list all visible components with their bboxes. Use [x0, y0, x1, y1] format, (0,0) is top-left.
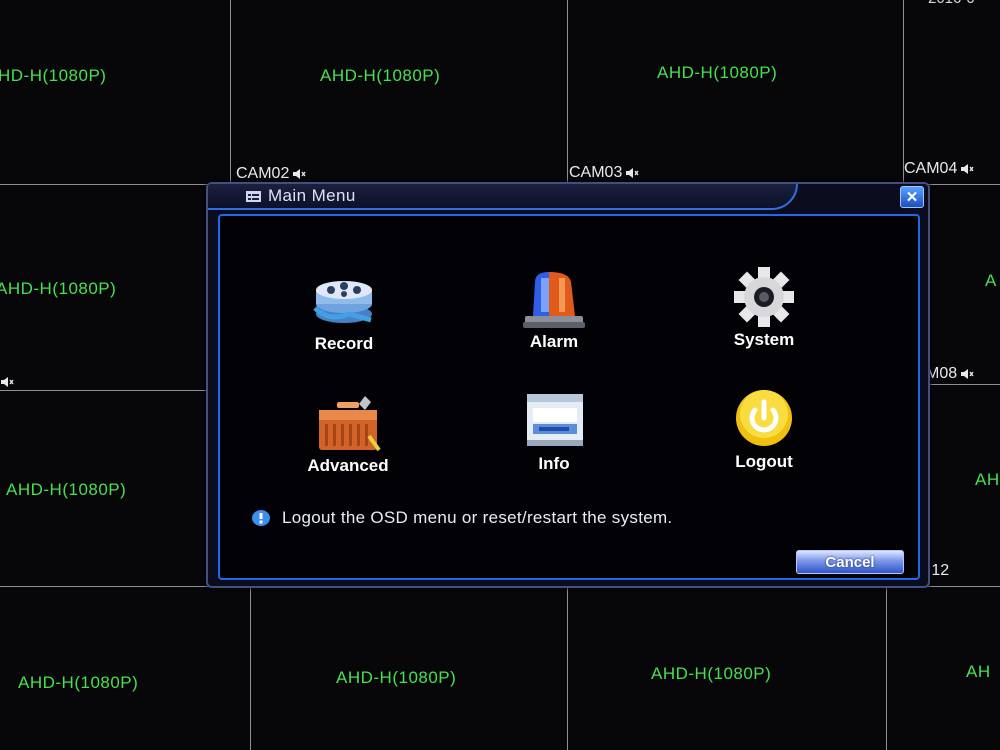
- grid-line-h2: [0, 390, 210, 391]
- hint-text: Logout the OSD menu or reset/restart the…: [282, 508, 673, 527]
- camera-resolution-label: HD-H(1080P): [0, 66, 107, 85]
- camera-name-text: CAM02: [236, 165, 290, 182]
- menu-tile-alarm[interactable]: Alarm: [484, 268, 624, 378]
- menu-tile-label: Record: [314, 334, 374, 353]
- dvr-screen: 2016-0 HD-H(1080P) AHD-H(1080P) AHD-H(10…: [0, 0, 1000, 750]
- speaker-muted-icon: [293, 169, 306, 179]
- camera-resolution-label: AHD-H(1080P): [0, 279, 117, 298]
- camera-name-text: M08: [926, 365, 958, 382]
- dialog-title: Main Menu: [268, 186, 356, 205]
- menu-list-icon: [246, 191, 261, 202]
- camera-resolution-label: AHD-H(1080P): [657, 63, 778, 82]
- main-menu-dialog: Main Menu ✕ Record Alarm System Advanced…: [206, 182, 930, 588]
- grid-line-v6: [886, 585, 887, 750]
- toolbox-icon: [319, 396, 381, 452]
- monitor-icon: [527, 394, 583, 446]
- grid-line-h3: [920, 384, 1000, 385]
- power-icon: [736, 390, 792, 446]
- grid-line-v1: [230, 0, 231, 190]
- menu-tile-advanced[interactable]: Advanced: [278, 392, 418, 502]
- menu-tile-label: Alarm: [529, 332, 579, 351]
- date-timestamp: 2016-0: [928, 0, 975, 7]
- menu-tile-logout[interactable]: Logout: [694, 388, 834, 498]
- grid-line-v4: [250, 585, 251, 750]
- camera-name-label: M08: [926, 365, 974, 383]
- grid-line-v2: [567, 0, 568, 190]
- grid-line-v5: [567, 585, 568, 750]
- camera-resolution-label: AHD-H(1080P): [320, 66, 441, 85]
- camera-resolution-label: A: [985, 271, 997, 290]
- camera-name-label: CAM02: [236, 165, 306, 183]
- speaker-muted-icon: [961, 164, 974, 174]
- info-icon: [252, 510, 270, 526]
- menu-tile-label: Advanced: [307, 456, 389, 475]
- gear-icon: [734, 267, 794, 327]
- menu-tile-info[interactable]: Info: [484, 390, 624, 500]
- dialog-title-bar: Main Menu: [208, 184, 798, 210]
- camera-resolution-label: AH: [966, 662, 991, 681]
- film-reel-icon: [313, 281, 372, 323]
- speaker-muted-icon: [626, 168, 639, 178]
- camera-name-label: CAM04: [904, 160, 974, 178]
- camera-name-label: CAM03: [569, 164, 639, 182]
- menu-tile-label: System: [733, 330, 795, 349]
- camera-resolution-label: AH: [975, 470, 1000, 489]
- siren-icon: [523, 272, 585, 328]
- camera-resolution-label: AHD-H(1080P): [6, 480, 127, 499]
- camera-name-text: CAM04: [904, 160, 958, 177]
- camera-resolution-label: AHD-H(1080P): [651, 664, 772, 683]
- camera-resolution-label: AHD-H(1080P): [336, 668, 457, 687]
- close-button[interactable]: ✕: [900, 186, 924, 208]
- hint-row: Logout the OSD menu or reset/restart the…: [252, 508, 672, 528]
- camera-name-text: CAM03: [569, 164, 623, 181]
- speaker-muted-icon: [961, 369, 974, 379]
- speaker-muted-icon: [1, 377, 14, 387]
- camera-resolution-label: AHD-H(1080P): [18, 673, 139, 692]
- cancel-button[interactable]: Cancel: [796, 550, 904, 574]
- menu-tile-label: Logout: [735, 452, 793, 471]
- menu-tile-record[interactable]: Record: [274, 270, 414, 380]
- menu-tile-label: Info: [538, 454, 570, 473]
- menu-tile-system[interactable]: System: [694, 266, 834, 376]
- menu-content-panel: Record Alarm System Advanced Info Logout…: [218, 214, 920, 580]
